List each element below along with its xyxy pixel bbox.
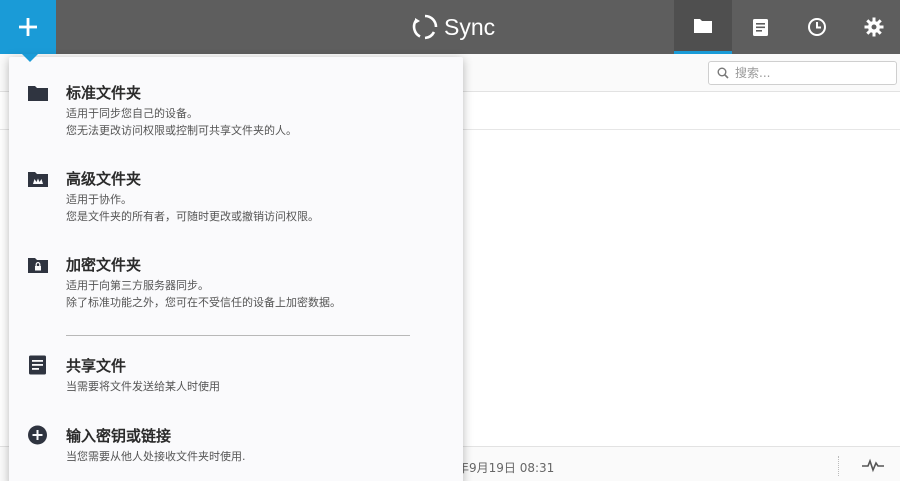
nav-folders[interactable] xyxy=(674,0,732,54)
menu-item-desc: 您无法更改访问权限或控制可共享文件夹的人。 xyxy=(66,124,297,137)
menu-item-desc: 当需要将文件发送给某人时使用 xyxy=(66,380,220,393)
menu-item-desc: 适用于同步您自己的设备。 xyxy=(66,107,198,120)
menu-item-desc: 适用于协作。 xyxy=(66,193,132,206)
nav-history[interactable] xyxy=(788,0,846,54)
encrypted-folder-icon xyxy=(28,258,48,273)
menu-item-encrypted-folder[interactable]: 加密文件夹 适用于向第三方服务器同步。 除了标准功能之外，您可在不受信任的设备上… xyxy=(9,247,463,317)
share-file-icon xyxy=(29,355,46,375)
transfers-icon xyxy=(752,18,768,36)
add-button[interactable] xyxy=(0,0,56,62)
status-divider xyxy=(838,456,839,476)
folders-icon xyxy=(694,19,712,33)
status-date: 年9月19日 08:31 xyxy=(457,461,555,475)
plus-icon xyxy=(19,18,37,36)
nav-transfers[interactable] xyxy=(731,0,789,54)
menu-item-title: 标准文件夹 xyxy=(66,84,142,102)
search-box[interactable] xyxy=(708,61,897,85)
brand-name: Sync xyxy=(444,13,496,40)
plus-circle-icon xyxy=(28,425,47,445)
nav-settings[interactable] xyxy=(845,0,900,54)
history-icon xyxy=(808,18,826,36)
add-folder-menu: 标准文件夹 适用于同步您自己的设备。 您无法更改访问权限或控制可共享文件夹的人。… xyxy=(9,57,463,481)
menu-item-desc: 适用于向第三方服务器同步。 xyxy=(66,279,209,292)
sync-logo-icon xyxy=(412,14,438,40)
menu-item-share-file[interactable]: 共享文件 当需要将文件发送给某人时使用 xyxy=(9,349,463,401)
menu-item-desc: 您是文件夹的所有者，可随时更改或撤销访问权限。 xyxy=(66,210,319,223)
menu-item-advanced-folder[interactable]: 高级文件夹 适用于协作。 您是文件夹的所有者，可随时更改或撤销访问权限。 xyxy=(9,161,463,231)
menu-item-enter-key-or-link[interactable]: 输入密钥或链接 当您需要从他人处接收文件夹时使用. xyxy=(9,419,463,471)
activity-icon[interactable] xyxy=(862,457,884,473)
menu-item-standard-folder[interactable]: 标准文件夹 适用于同步您自己的设备。 您无法更改访问权限或控制可共享文件夹的人。 xyxy=(9,75,463,145)
advanced-folder-icon xyxy=(28,172,48,187)
menu-item-title: 输入密钥或链接 xyxy=(66,427,172,445)
brand-logo: Sync xyxy=(412,11,495,43)
menu-item-title: 加密文件夹 xyxy=(66,256,142,274)
settings-icon xyxy=(864,17,884,37)
menu-separator xyxy=(66,335,410,336)
search-input[interactable] xyxy=(735,66,885,80)
folder-icon xyxy=(28,86,48,101)
menu-item-title: 高级文件夹 xyxy=(66,170,142,188)
menu-item-title: 共享文件 xyxy=(66,357,127,375)
menu-item-desc: 当您需要从他人处接收文件夹时使用. xyxy=(66,450,246,463)
menu-item-desc: 除了标准功能之外，您可在不受信任的设备上加密数据。 xyxy=(66,296,341,309)
search-icon xyxy=(717,67,729,79)
top-bar: Sync xyxy=(0,0,900,62)
